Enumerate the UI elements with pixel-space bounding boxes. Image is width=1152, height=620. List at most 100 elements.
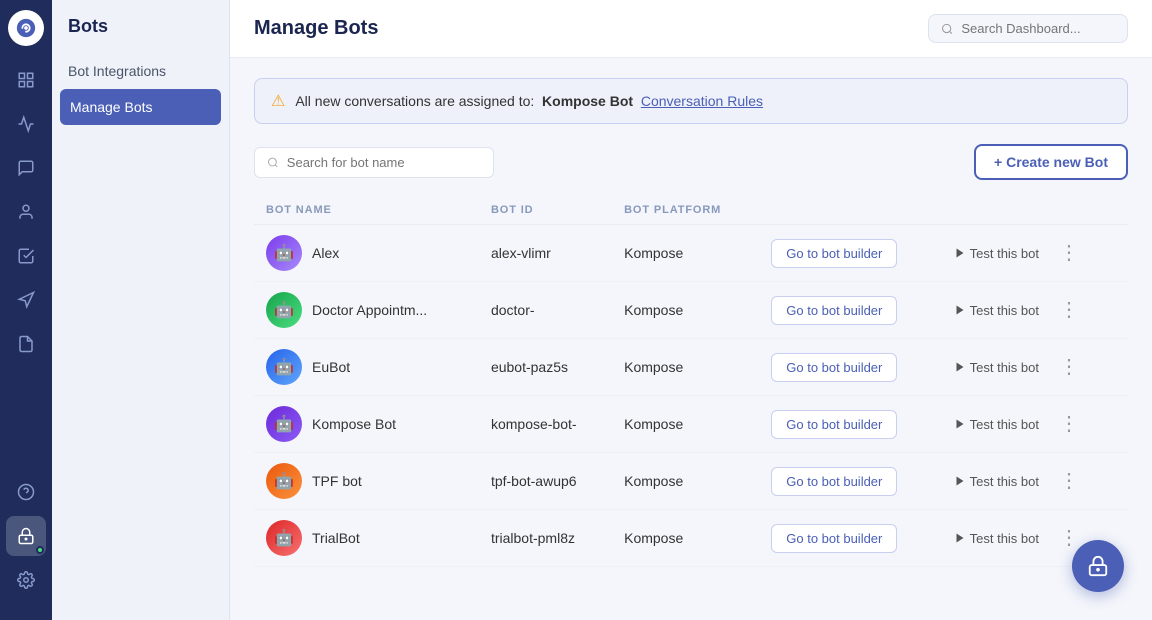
search-icon <box>941 22 953 36</box>
col-bot-id: BOT ID <box>479 196 612 225</box>
bot-id-cell: eubot-paz5s <box>479 339 612 396</box>
bot-avatar: 🤖 <box>266 520 302 556</box>
bot-avatar: 🤖 <box>266 349 302 385</box>
sidebar-item-manage-bots[interactable]: Manage Bots <box>60 89 221 125</box>
nav-inbox-icon[interactable] <box>6 236 46 276</box>
bot-name-cell: 🤖 Doctor Appointm... <box>254 282 479 339</box>
bot-platform-cell: Kompose <box>612 396 759 453</box>
alert-text: All new conversations are assigned to: K… <box>295 93 763 109</box>
go-to-bot-builder-button[interactable]: Go to bot builder <box>771 410 897 439</box>
bot-actions-cell: Test this bot ⋮ <box>942 339 1128 396</box>
table-row: 🤖 Doctor Appointm... doctor- Kompose Go … <box>254 282 1128 339</box>
nav-overview-icon[interactable] <box>6 60 46 100</box>
table-row: 🤖 TPF bot tpf-bot-awup6 Kompose Go to bo… <box>254 453 1128 510</box>
bot-name: TrialBot <box>312 530 360 546</box>
col-bot-platform: BOT PLATFORM <box>612 196 759 225</box>
bot-platform-cell: Kompose <box>612 339 759 396</box>
play-icon <box>954 418 966 430</box>
bot-actions-cell: Test this bot ⋮ <box>942 396 1128 453</box>
page-title: Manage Bots <box>254 17 378 40</box>
test-bot-button[interactable]: Test this bot <box>954 360 1039 375</box>
go-to-bot-builder-button[interactable]: Go to bot builder <box>771 524 897 553</box>
more-options-button[interactable]: ⋮ <box>1055 471 1083 491</box>
alert-banner: ⚠ All new conversations are assigned to:… <box>254 78 1128 124</box>
nav-settings-icon[interactable] <box>6 560 46 600</box>
conversation-rules-link[interactable]: Conversation Rules <box>641 93 763 109</box>
bot-name: TPF bot <box>312 473 362 489</box>
table-row: 🤖 EuBot eubot-paz5s Kompose Go to bot bu… <box>254 339 1128 396</box>
go-to-bot-builder-button[interactable]: Go to bot builder <box>771 296 897 325</box>
bot-id-cell: trialbot-pml8z <box>479 510 612 567</box>
test-bot-button[interactable]: Test this bot <box>954 303 1039 318</box>
nav-contacts-icon[interactable] <box>6 192 46 232</box>
app-logo[interactable] <box>8 10 44 46</box>
bot-builder-cell: Go to bot builder <box>759 396 941 453</box>
bot-builder-cell: Go to bot builder <box>759 339 941 396</box>
bot-avatar: 🤖 <box>266 406 302 442</box>
col-actions-2 <box>942 196 1128 225</box>
nav-analytics-icon[interactable] <box>6 104 46 144</box>
bot-name-cell: 🤖 TPF bot <box>254 453 479 510</box>
bot-name: Kompose Bot <box>312 416 396 432</box>
bot-platform-cell: Kompose <box>612 510 759 567</box>
warning-icon: ⚠ <box>271 91 285 111</box>
go-to-bot-builder-button[interactable]: Go to bot builder <box>771 239 897 268</box>
more-options-button[interactable]: ⋮ <box>1055 414 1083 434</box>
table-row: 🤖 TrialBot trialbot-pml8z Kompose Go to … <box>254 510 1128 567</box>
bot-id-cell: alex-vlimr <box>479 225 612 282</box>
test-bot-button[interactable]: Test this bot <box>954 246 1039 261</box>
go-to-bot-builder-button[interactable]: Go to bot builder <box>771 353 897 382</box>
nav-campaigns-icon[interactable] <box>6 280 46 320</box>
bot-avatar: 🤖 <box>266 292 302 328</box>
fab-button[interactable] <box>1072 540 1124 592</box>
more-options-button[interactable]: ⋮ <box>1055 357 1083 377</box>
global-search-box[interactable] <box>928 14 1128 43</box>
sidebar-panel: Bots Bot Integrations Manage Bots <box>52 0 230 620</box>
bot-name-cell: 🤖 EuBot <box>254 339 479 396</box>
table-row: 🤖 Kompose Bot kompose-bot- Kompose Go to… <box>254 396 1128 453</box>
alert-bot-name: Kompose Bot <box>542 93 633 109</box>
bot-builder-cell: Go to bot builder <box>759 453 941 510</box>
create-bot-button[interactable]: + Create new Bot <box>974 144 1128 180</box>
nav-reports-icon[interactable] <box>6 324 46 364</box>
bot-search-box[interactable] <box>254 147 494 178</box>
main-content: Manage Bots ⚠ All new conversations are … <box>230 0 1152 620</box>
play-icon <box>954 361 966 373</box>
bot-platform-cell: Kompose <box>612 453 759 510</box>
col-bot-name: BOT NAME <box>254 196 479 225</box>
bots-table: BOT NAME BOT ID BOT PLATFORM 🤖 Alex <box>254 196 1128 567</box>
bot-name-cell: 🤖 Kompose Bot <box>254 396 479 453</box>
bot-search-icon <box>267 156 279 169</box>
nav-bots-icon[interactable] <box>6 516 46 556</box>
col-actions-1 <box>759 196 941 225</box>
play-icon <box>954 304 966 316</box>
test-bot-button[interactable]: Test this bot <box>954 417 1039 432</box>
more-options-button[interactable]: ⋮ <box>1055 300 1083 320</box>
play-icon <box>954 475 966 487</box>
panel-title: Bots <box>52 16 229 53</box>
bot-id-cell: doctor- <box>479 282 612 339</box>
test-bot-button[interactable]: Test this bot <box>954 474 1039 489</box>
go-to-bot-builder-button[interactable]: Go to bot builder <box>771 467 897 496</box>
left-rail <box>0 0 52 620</box>
bot-avatar: 🤖 <box>266 235 302 271</box>
global-search-input[interactable] <box>961 21 1115 36</box>
play-icon <box>954 247 966 259</box>
table-row: 🤖 Alex alex-vlimr Kompose Go to bot buil… <box>254 225 1128 282</box>
nav-conversations-icon[interactable] <box>6 148 46 188</box>
test-bot-button[interactable]: Test this bot <box>954 531 1039 546</box>
more-options-button[interactable]: ⋮ <box>1055 243 1083 263</box>
bot-name: Alex <box>312 245 339 261</box>
bot-builder-cell: Go to bot builder <box>759 225 941 282</box>
bot-actions-cell: Test this bot ⋮ <box>942 453 1128 510</box>
play-icon <box>954 532 966 544</box>
sidebar-item-bot-integrations[interactable]: Bot Integrations <box>52 53 229 89</box>
bot-name-cell: 🤖 TrialBot <box>254 510 479 567</box>
more-options-button[interactable]: ⋮ <box>1055 528 1083 548</box>
bot-name-cell: 🤖 Alex <box>254 225 479 282</box>
nav-help-icon[interactable] <box>6 472 46 512</box>
content-area: ⚠ All new conversations are assigned to:… <box>230 58 1152 620</box>
bot-builder-cell: Go to bot builder <box>759 510 941 567</box>
bot-search-input[interactable] <box>287 155 481 170</box>
bot-avatar: 🤖 <box>266 463 302 499</box>
